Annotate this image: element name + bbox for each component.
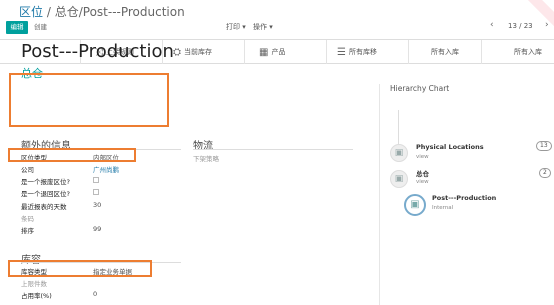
field-label-report-days: 最近报表的天数 bbox=[21, 203, 67, 211]
record-title: Post---Production bbox=[21, 41, 174, 62]
smart-button-products[interactable]: ▦ 产品 bbox=[244, 40, 326, 64]
field-value-report-days[interactable]: 30 bbox=[93, 201, 101, 209]
action-dropdown[interactable]: 操作 ▾ bbox=[253, 22, 273, 32]
field-label-scrap-location: 是一个报废区位? bbox=[21, 178, 70, 186]
smart-button-current-stock[interactable]: ⛭ 当前库存 bbox=[162, 40, 244, 64]
highlight-box-location-type bbox=[8, 148, 136, 162]
smart-button-all-receipts[interactable]: 所有入库 bbox=[408, 40, 481, 64]
hierarchy-chart-title: Hierarchy Chart bbox=[390, 84, 450, 93]
hierarchy-node-type: view bbox=[416, 154, 429, 160]
smart-button-label: 所有库移 bbox=[348, 48, 377, 56]
smart-button-label: 当前库存 bbox=[184, 48, 212, 56]
hierarchy-node-type: view bbox=[416, 179, 429, 185]
print-dropdown[interactable]: 打印 ▾ bbox=[226, 22, 246, 32]
field-label-return-location: 是一个退回区位? bbox=[21, 190, 70, 198]
warehouse-icon: ▣ bbox=[390, 170, 408, 188]
products-icon: ▦ bbox=[259, 47, 269, 58]
hierarchy-node-name-current: Post---Production bbox=[432, 194, 497, 202]
hierarchy-node-name[interactable]: Physical Locations bbox=[416, 143, 484, 151]
breadcrumb-current: 总仓/Post---Production bbox=[54, 5, 185, 19]
cubes-icon: ⛭ bbox=[173, 47, 181, 58]
field-label-barcode: 条码 bbox=[21, 215, 34, 223]
control-panel: 区位 / 总仓/Post---Production 编辑 创建 打印 ▾ 操作 … bbox=[0, 0, 554, 40]
hierarchy-chart: Hierarchy Chart ▣ Physical Locations vie… bbox=[379, 84, 554, 305]
edit-button[interactable]: 编辑 bbox=[6, 21, 28, 34]
scrap-location-checkbox[interactable] bbox=[93, 177, 99, 183]
hierarchy-node-count[interactable]: 2 bbox=[539, 168, 551, 178]
hierarchy-node-name[interactable]: 总仓 bbox=[416, 168, 429, 178]
pager-previous-icon[interactable]: ‹ bbox=[490, 20, 494, 30]
breadcrumb-separator: / bbox=[46, 5, 51, 19]
return-location-checkbox[interactable] bbox=[93, 189, 99, 195]
smart-button-label: 产品 bbox=[271, 48, 286, 56]
section-divider bbox=[193, 149, 353, 150]
highlight-box-title bbox=[9, 73, 169, 127]
smart-button-all-moves[interactable]: ☰ 所有库移 bbox=[326, 40, 408, 64]
smart-button-all-receipts-2[interactable]: 所有入库 bbox=[481, 40, 554, 64]
field-label-occupancy: 占用率(%) bbox=[21, 292, 52, 300]
field-label-max-quantity: 上限件数 bbox=[21, 280, 47, 288]
field-label-company: 公司 bbox=[21, 166, 34, 174]
field-value-company[interactable]: 广州尚鹏 bbox=[93, 164, 119, 174]
create-button[interactable]: 创建 bbox=[34, 21, 47, 34]
field-label-sequence: 排序 bbox=[21, 227, 34, 235]
field-value-occupancy[interactable]: 0 bbox=[93, 290, 97, 298]
pager-next-icon[interactable]: › bbox=[545, 20, 549, 30]
list-icon: ☰ bbox=[337, 47, 346, 58]
highlight-box-capacity-type bbox=[8, 260, 152, 277]
smart-button-label: 所有入库 bbox=[514, 48, 542, 56]
warehouse-icon: ▣ bbox=[390, 144, 408, 162]
smart-button-label: 所有入库 bbox=[431, 48, 459, 56]
field-label-removal-strategy: 下架策略 bbox=[193, 155, 219, 163]
warehouse-icon: ▣ bbox=[404, 194, 426, 216]
pager-value: 13 / 23 bbox=[508, 22, 533, 30]
hierarchy-node-type: Internal bbox=[432, 205, 454, 211]
breadcrumb-parent-link[interactable]: 区位 bbox=[19, 5, 43, 19]
hierarchy-node-count[interactable]: 13 bbox=[536, 141, 552, 151]
field-value-sequence[interactable]: 99 bbox=[93, 225, 101, 233]
breadcrumb: 区位 / 总仓/Post---Production bbox=[19, 3, 185, 20]
